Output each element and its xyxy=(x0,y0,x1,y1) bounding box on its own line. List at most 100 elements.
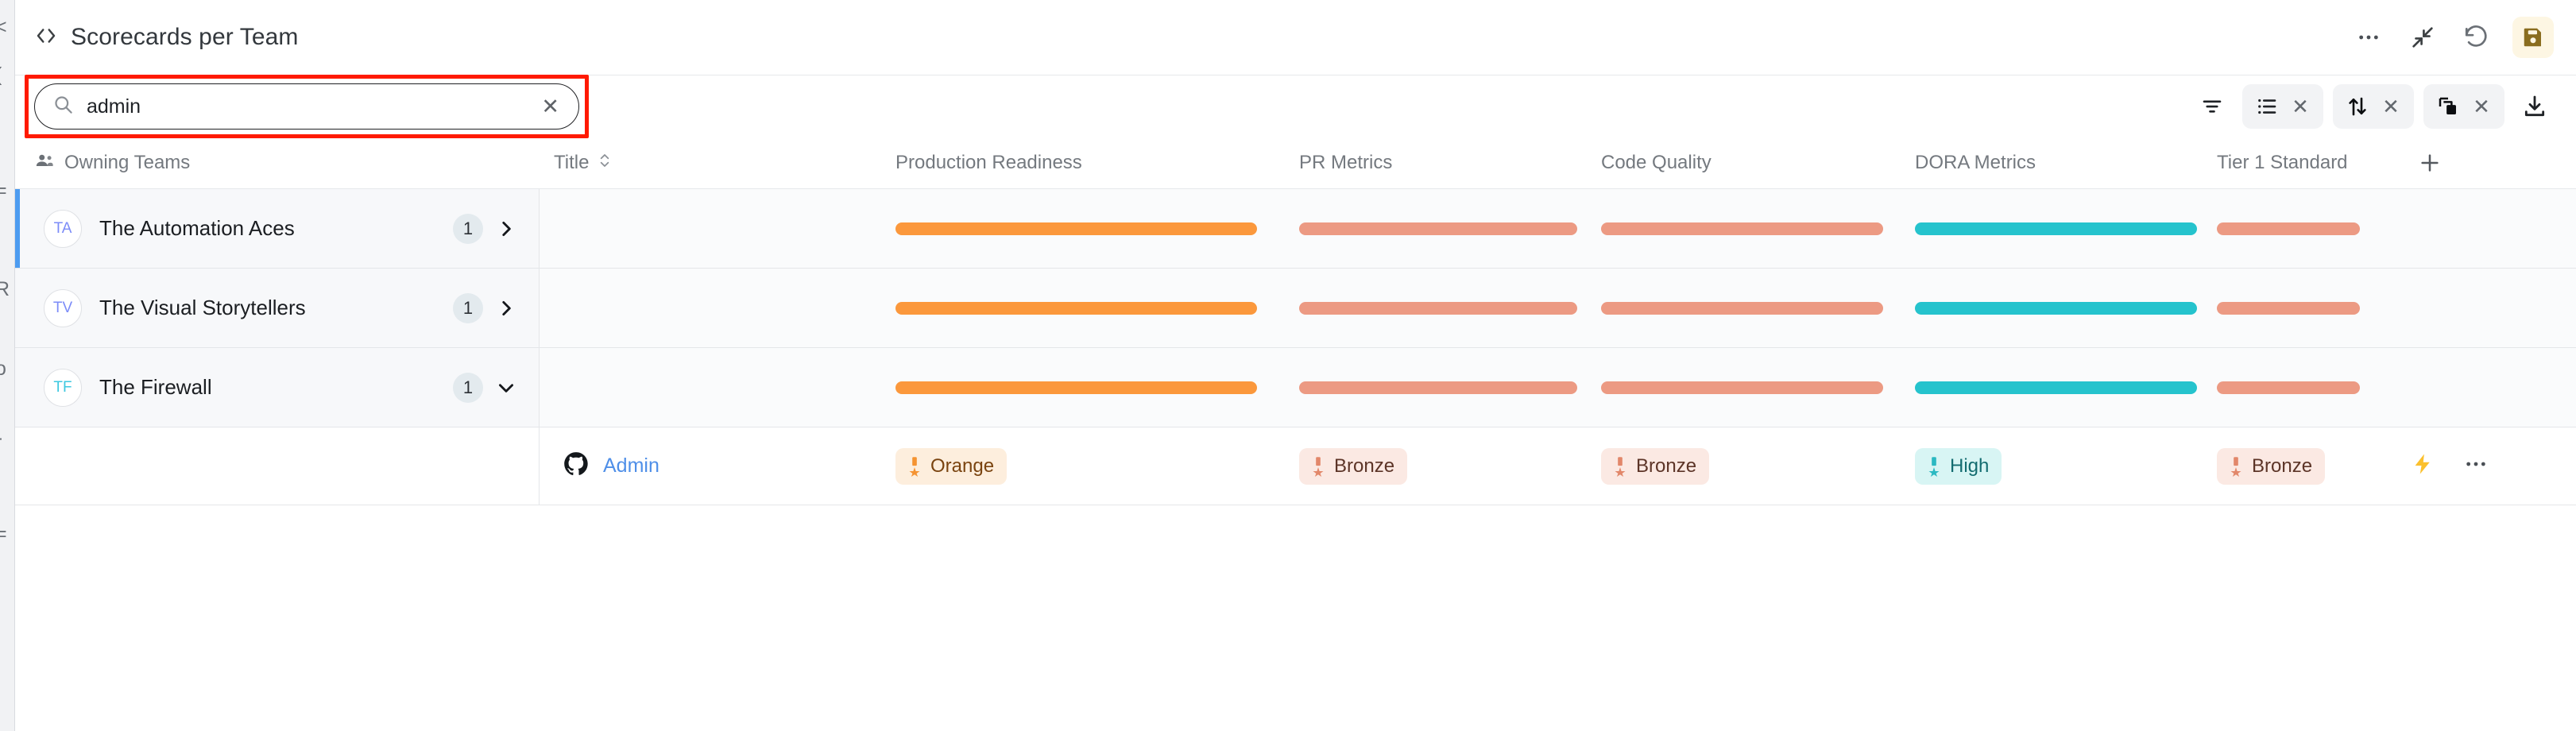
code-icon xyxy=(34,24,58,52)
search-clear-button[interactable]: ✕ xyxy=(538,96,563,118)
add-column-button[interactable] xyxy=(2393,150,2576,176)
collapsed-sidebar[interactable]: < ( = R o r = xyxy=(0,0,15,731)
chevron-down-icon[interactable] xyxy=(494,376,518,400)
progress-bar-production-readiness xyxy=(895,381,1257,394)
avatar: TA xyxy=(44,210,82,248)
medal-icon xyxy=(1309,456,1327,477)
chevron-right-icon[interactable] xyxy=(494,296,518,320)
column-label-production-readiness: Production Readiness xyxy=(895,152,1082,174)
group-by-chip[interactable]: ✕ xyxy=(2242,84,2323,129)
progress-bar-tier-1 xyxy=(2217,222,2360,235)
column-header-tier-1-standard[interactable]: Tier 1 Standard xyxy=(2203,152,2393,174)
scorecards-app: < ( = R o r = Scorecards per Team xyxy=(0,0,2576,731)
sort-arrows-icon xyxy=(2344,95,2371,118)
sidebar-ghost-3: R xyxy=(0,280,10,300)
column-label-dora-metrics: DORA Metrics xyxy=(1915,152,2036,174)
group-code-quality-bar-cell xyxy=(1587,348,1901,427)
team-name: The Automation Aces xyxy=(99,216,295,241)
download-button[interactable] xyxy=(2514,86,2555,127)
status-badge[interactable]: Bronze xyxy=(1299,448,1407,485)
progress-bar-code-quality xyxy=(1601,302,1883,315)
collapse-button[interactable] xyxy=(2404,19,2441,56)
progress-bar-dora-metrics xyxy=(1915,302,2197,315)
toolbar-row: ✕ xyxy=(15,75,2576,137)
progress-bar-pr-metrics xyxy=(1299,302,1577,315)
status-badge[interactable]: Bronze xyxy=(2217,448,2325,485)
progress-bar-pr-metrics xyxy=(1299,381,1577,394)
sort-clear-button[interactable]: ✕ xyxy=(2379,96,2403,117)
team-name: The Firewall xyxy=(99,375,212,400)
group-tier-1-bar-cell xyxy=(2203,269,2393,347)
group-count-badge: 1 xyxy=(453,214,483,244)
row-title-cell: Admin xyxy=(540,427,881,505)
list-icon xyxy=(2253,95,2280,118)
table-row[interactable]: Admin Orange xyxy=(15,427,2576,505)
table-group-row[interactable]: TF The Firewall 1 xyxy=(15,348,2576,427)
row-team-spacer-cell xyxy=(15,427,540,505)
progress-bar-production-readiness xyxy=(895,222,1257,235)
group-team-cell[interactable]: TV The Visual Storytellers 1 xyxy=(15,269,540,347)
status-badge[interactable]: Bronze xyxy=(1601,448,1709,485)
column-header-title[interactable]: Title xyxy=(540,150,881,176)
avatar-initials: TF xyxy=(53,379,72,396)
group-pr-metrics-bar-cell xyxy=(1285,348,1587,427)
group-team-cell[interactable]: TF The Firewall 1 xyxy=(15,348,540,427)
sort-chevrons-icon[interactable] xyxy=(598,150,611,176)
sidebar-ghost-1: ( xyxy=(0,65,2,85)
table-group-row[interactable]: TV The Visual Storytellers 1 xyxy=(15,269,2576,348)
row-more-button[interactable] xyxy=(2463,451,2489,481)
sort-chip[interactable]: ✕ xyxy=(2333,84,2414,129)
column-header-code-quality[interactable]: Code Quality xyxy=(1587,152,1901,174)
row-actions-cell xyxy=(2393,427,2576,505)
group-title-cell xyxy=(540,189,881,268)
group-tier-1-bar-cell xyxy=(2203,189,2393,268)
status-badge[interactable]: High xyxy=(1915,448,2002,485)
sidebar-ghost-6: = xyxy=(0,524,7,544)
save-button[interactable] xyxy=(2512,17,2554,58)
search-icon xyxy=(52,94,74,119)
more-options-button[interactable] xyxy=(2350,19,2387,56)
avatar-initials: TA xyxy=(54,220,72,238)
row-title-link[interactable]: Admin xyxy=(603,454,659,478)
layers-chip[interactable]: ✕ xyxy=(2423,84,2504,129)
page-title: Scorecards per Team xyxy=(71,24,298,51)
progress-bar-tier-1 xyxy=(2217,381,2360,394)
medal-icon xyxy=(1925,456,1943,477)
column-header-production-readiness[interactable]: Production Readiness xyxy=(881,152,1285,174)
reset-button[interactable] xyxy=(2458,19,2495,56)
sidebar-ghost-2: = xyxy=(0,181,7,201)
column-header-owning-teams[interactable]: Owning Teams xyxy=(15,150,540,176)
group-count-badge: 1 xyxy=(453,373,483,403)
search-box[interactable]: ✕ xyxy=(34,83,579,130)
search-input[interactable] xyxy=(87,95,538,118)
column-header-dora-metrics[interactable]: DORA Metrics xyxy=(1901,152,2203,174)
filter-button[interactable] xyxy=(2191,86,2233,127)
lightning-bolt-icon[interactable] xyxy=(2411,451,2435,482)
column-header-pr-metrics[interactable]: PR Metrics xyxy=(1285,152,1587,174)
row-dora-metrics-cell: High xyxy=(1901,427,2203,505)
group-team-cell[interactable]: TA The Automation Aces 1 xyxy=(15,189,540,268)
table-group-row[interactable]: TA The Automation Aces 1 xyxy=(15,189,2576,269)
column-label-tier-1-standard: Tier 1 Standard xyxy=(2217,152,2348,174)
group-by-clear-button[interactable]: ✕ xyxy=(2288,96,2312,117)
column-label-pr-metrics: PR Metrics xyxy=(1299,152,1392,174)
title-left-group: Scorecards per Team xyxy=(34,24,298,52)
progress-bar-pr-metrics xyxy=(1299,222,1577,235)
scorecards-table: Owning Teams Title Production Readiness … xyxy=(15,137,2576,731)
progress-bar-dora-metrics xyxy=(1915,222,2197,235)
github-icon xyxy=(563,451,589,481)
group-count-badge: 1 xyxy=(453,293,483,323)
group-production-readiness-bar-cell xyxy=(881,348,1285,427)
status-badge-label: Bronze xyxy=(1636,455,1696,478)
layers-clear-button[interactable]: ✕ xyxy=(2470,96,2493,117)
group-code-quality-bar-cell xyxy=(1587,269,1901,347)
progress-bar-production-readiness xyxy=(895,302,1257,315)
status-badge-label: Bronze xyxy=(2252,455,2312,478)
avatar: TV xyxy=(44,289,82,327)
group-dora-metrics-bar-cell xyxy=(1901,189,2203,268)
status-badge[interactable]: Orange xyxy=(895,448,1007,485)
people-icon xyxy=(34,150,55,176)
group-production-readiness-bar-cell xyxy=(881,269,1285,347)
group-pr-metrics-bar-cell xyxy=(1285,269,1587,347)
chevron-right-icon[interactable] xyxy=(494,217,518,241)
